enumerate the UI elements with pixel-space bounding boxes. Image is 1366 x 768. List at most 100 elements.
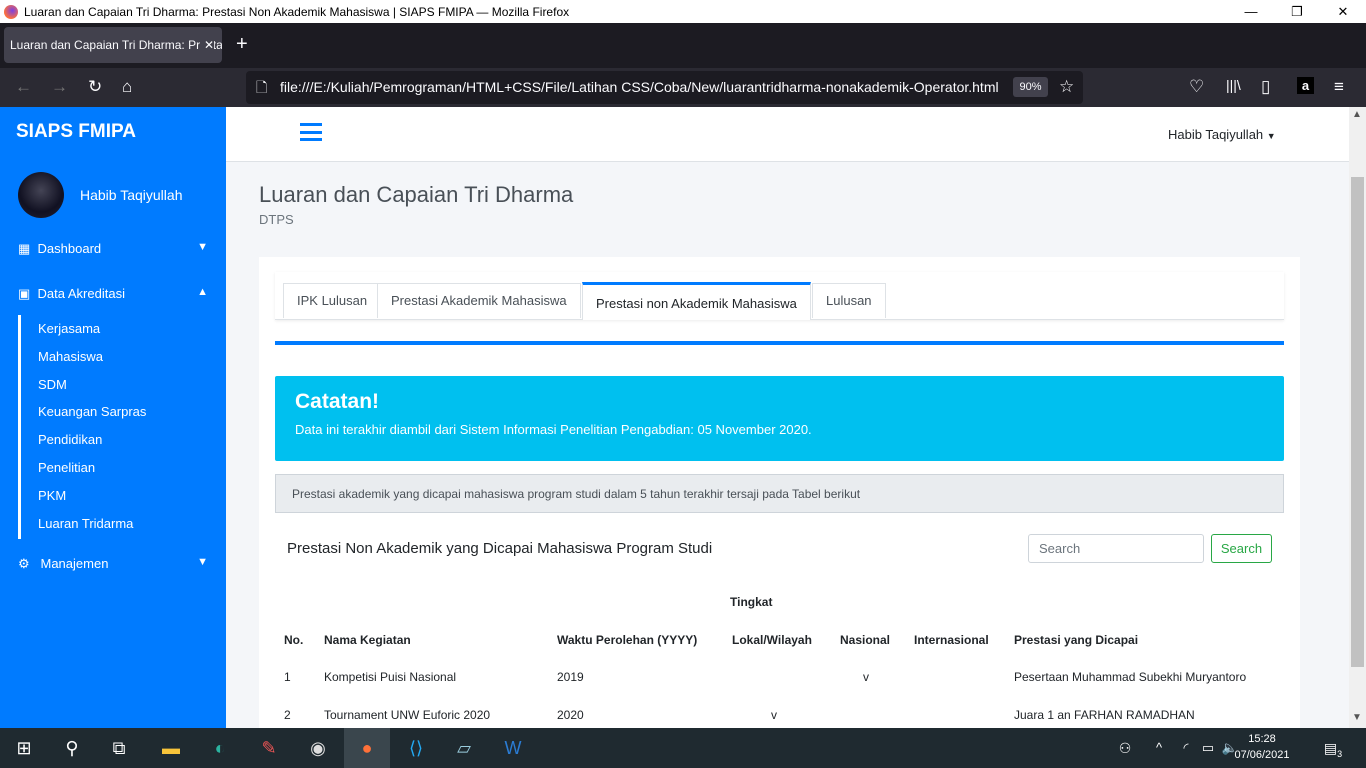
scrollbar-thumb[interactable] — [1351, 177, 1364, 667]
sidebar-subitem[interactable]: Luaran Tridarma — [38, 516, 133, 531]
page-subtitle: DTPS — [259, 212, 294, 227]
sidebar-user-name[interactable]: Habib Taqiyullah — [80, 187, 182, 203]
back-icon[interactable]: ← — [15, 77, 32, 97]
table-header: No. — [284, 633, 304, 647]
wifi-icon[interactable]: ◜ — [1174, 736, 1198, 760]
search-button[interactable]: Search — [1211, 534, 1272, 563]
menu-icon[interactable]: ≡ — [1334, 77, 1344, 97]
chevron-up-icon: ▲ — [197, 286, 208, 298]
reload-icon[interactable]: ↻ — [88, 77, 102, 97]
firefox-taskbar-icon[interactable]: ● — [355, 736, 379, 760]
sidebar-subitem[interactable]: Mahasiswa — [38, 349, 103, 364]
file-explorer-icon[interactable]: ▬ — [159, 736, 183, 760]
clock-date: 07/06/2021 — [1234, 749, 1290, 761]
notepad-icon[interactable]: ▱ — [452, 736, 476, 760]
vscode-icon[interactable]: ⟨⟩ — [404, 736, 428, 760]
forward-icon[interactable]: → — [51, 77, 68, 97]
pocket-icon[interactable]: ♡ — [1189, 77, 1204, 97]
calendar-icon: ▣ — [18, 286, 31, 301]
minimize-button[interactable]: — — [1228, 0, 1274, 23]
tab-close-button[interactable]: ✕ — [199, 27, 214, 63]
brand-logo[interactable]: SIAPS FMIPA — [16, 121, 136, 143]
cell-kegiatan: Kompetisi Puisi Nasional — [324, 670, 457, 684]
close-button[interactable]: ✕ — [1320, 0, 1366, 23]
page-title: Luaran dan Capaian Tri Dharma — [259, 182, 574, 207]
star-icon[interactable]: ☆ — [1059, 77, 1074, 97]
notification-count: 3 — [1337, 748, 1343, 759]
cell-prestasi: Pesertaan Muhammad Subekhi Muryantoro — [1014, 670, 1247, 684]
user-dropdown[interactable]: Habib Taqiyullah ▼ — [1168, 127, 1276, 142]
cell-no: 1 — [284, 670, 291, 684]
sidebar-subitem[interactable]: PKM — [38, 488, 66, 503]
tab-lulusan[interactable]: Lulusan — [812, 283, 886, 318]
home-icon[interactable]: ⌂ — [122, 77, 132, 97]
gear-icon: ⚙ — [18, 556, 30, 571]
scrollbar[interactable]: ▲ ▼ — [1349, 107, 1366, 728]
menu-label: Dashboard — [37, 241, 102, 256]
callout-text: Data ini terakhir diambil dari Sistem In… — [295, 422, 812, 437]
menu-label: Data Akreditasi — [37, 286, 125, 301]
table-header: Prestasi yang Dicapai — [1014, 633, 1139, 647]
window-titlebar: Luaran dan Capaian Tri Dharma: Prestasi … — [0, 0, 1366, 23]
window-title: Luaran dan Capaian Tri Dharma: Prestasi … — [24, 4, 570, 19]
browser-tab[interactable]: Luaran dan Capaian Tri Dharma: Prestasi … — [4, 27, 222, 63]
sidebar-subitem[interactable]: Pendidikan — [38, 432, 102, 447]
task-view-icon[interactable]: ⧉ — [107, 736, 131, 760]
sidebar-item-data-akreditasi[interactable]: ▣ Data Akreditasi ▲ — [18, 286, 218, 302]
paint-icon[interactable]: ✎ — [257, 736, 281, 760]
cell-waktu: 2019 — [557, 670, 584, 684]
table-group-header: Tingkat — [730, 595, 773, 609]
chevron-down-icon: ▼ — [197, 241, 208, 253]
sidebar-subitem[interactable]: SDM — [38, 377, 67, 392]
sidebar-item-dashboard[interactable]: ▦ Dashboard ▼ — [18, 241, 218, 257]
library-icon[interactable]: |||\ — [1226, 77, 1241, 93]
menu-label: Manajemen — [40, 556, 109, 571]
clock-time: 15:28 — [1248, 733, 1276, 745]
table-header: Lokal/Wilayah — [732, 633, 812, 647]
system-clock[interactable]: 15:28 07/06/2021 — [1232, 731, 1292, 763]
tab-prestasi-non-akademik[interactable]: Prestasi non Akademik Mahasiswa — [582, 282, 811, 320]
word-icon[interactable]: W — [501, 736, 525, 760]
chevron-up-icon[interactable]: ^ — [1147, 736, 1171, 760]
header-user-name: Habib Taqiyullah — [1168, 127, 1264, 142]
page-icon: 🗋 — [256, 79, 268, 95]
callout-note: Catatan! Data ini terakhir diambil dari … — [275, 376, 1284, 461]
chevron-down-icon: ▼ — [197, 556, 208, 568]
search-icon[interactable]: ⚲ — [60, 736, 84, 760]
sidebar-subitem[interactable]: Penelitian — [38, 460, 95, 475]
sidebar-icon[interactable]: ▯ — [1261, 77, 1270, 97]
tab-title: Luaran dan Capaian Tri Dharma: Prestasi … — [10, 38, 222, 52]
restore-button[interactable]: ❐ — [1274, 0, 1320, 23]
url-bar[interactable]: 🗋 file:///E:/Kuliah/Pemrograman/HTML+CSS/… — [246, 71, 1083, 104]
edge-icon[interactable]: ◐ — [208, 736, 232, 760]
amazon-icon[interactable]: a — [1297, 77, 1314, 94]
table-header: Waktu Perolehan (YYYY) — [557, 633, 698, 647]
table-header: Nama Kegiatan — [324, 633, 411, 647]
divider — [275, 341, 1284, 345]
people-icon[interactable]: ⚇ — [1113, 736, 1137, 760]
firefox-icon — [4, 4, 18, 19]
new-tab-button[interactable]: + — [236, 33, 248, 56]
url-text: file:///E:/Kuliah/Pemrograman/HTML+CSS/F… — [280, 79, 999, 95]
tab-prestasi-akademik[interactable]: Prestasi Akademik Mahasiswa — [377, 283, 581, 318]
zoom-indicator[interactable]: 90% — [1013, 77, 1048, 97]
cell-lokal: v — [771, 708, 777, 722]
sidebar-subitem[interactable]: Kerjasama — [38, 321, 100, 336]
table-title: Prestasi Non Akademik yang Dicapai Mahas… — [287, 540, 713, 557]
battery-icon[interactable]: ▭ — [1196, 736, 1220, 760]
cell-no: 2 — [284, 708, 291, 722]
sidebar-item-manajemen[interactable]: ⚙ Manajemen ▼ — [18, 556, 218, 572]
search-input[interactable]: Search — [1028, 534, 1204, 563]
cell-waktu: 2020 — [557, 708, 584, 722]
sidebar-subitem[interactable]: Keuangan Sarpras — [38, 404, 146, 419]
avatar — [18, 172, 64, 218]
callout-title: Catatan! — [295, 390, 380, 413]
caret-down-icon: ▼ — [1266, 131, 1276, 141]
tab-ipk-lulusan[interactable]: IPK Lulusan — [283, 283, 382, 318]
hamburger-icon[interactable] — [300, 123, 322, 141]
notification-icon[interactable]: ▤3 — [1321, 736, 1345, 760]
submenu-line — [18, 315, 21, 539]
windows-start-icon[interactable]: ⊞ — [12, 736, 36, 760]
cell-kegiatan: Tournament UNW Euforic 2020 — [324, 708, 491, 722]
media-player-icon[interactable]: ◉ — [306, 736, 330, 760]
